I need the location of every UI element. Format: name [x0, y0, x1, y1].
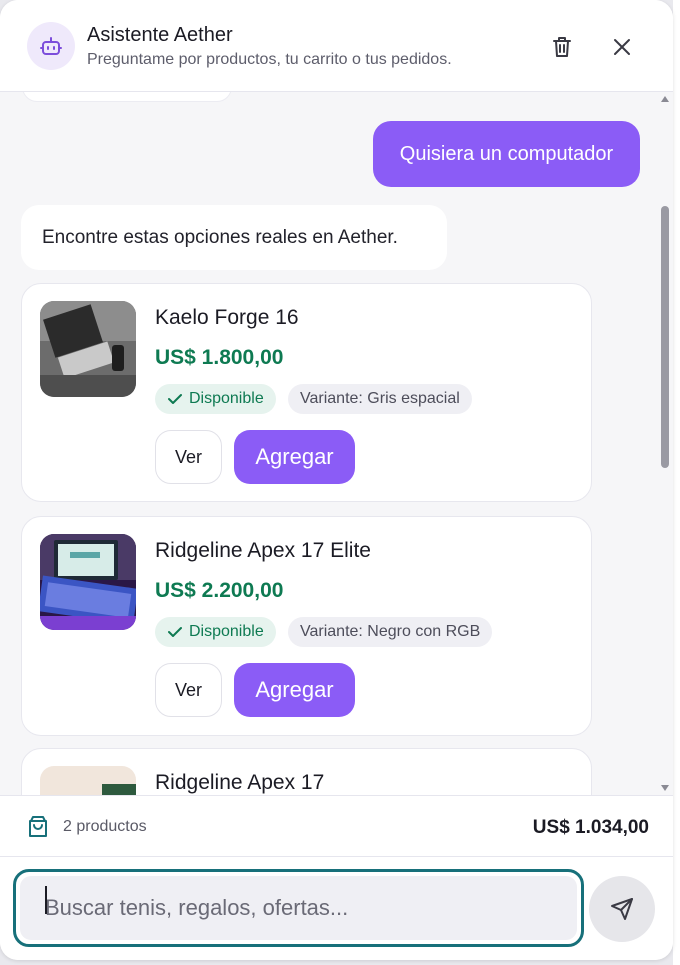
scroll-down-arrow[interactable] [661, 785, 669, 791]
shopping-bag-icon [27, 815, 49, 844]
check-icon [168, 627, 182, 637]
product-price: US$ 2.200,00 [155, 579, 284, 602]
clear-chat-button[interactable] [545, 30, 579, 64]
product-card: Ridgeline Apex 17 [21, 748, 592, 795]
text-cursor [45, 886, 47, 914]
availability-label: Disponible [189, 390, 264, 407]
chat-title: Asistente Aether [87, 24, 233, 46]
close-icon [614, 39, 630, 55]
scroll-up-arrow[interactable] [661, 96, 669, 102]
close-button[interactable] [605, 30, 639, 64]
check-icon [168, 394, 182, 404]
search-field-wrapper [13, 869, 584, 947]
robot-icon [27, 22, 75, 70]
availability-label: Disponible [189, 623, 264, 640]
product-card: Ridgeline Apex 17 Elite US$ 2.200,00 Dis… [21, 516, 592, 736]
trash-icon [553, 37, 571, 57]
send-button[interactable] [589, 876, 655, 942]
add-to-cart-button[interactable]: Agregar [234, 430, 355, 484]
product-image [40, 534, 136, 630]
chat-assistant-panel: Asistente Aether Preguntame por producto… [0, 0, 673, 960]
user-message: Quisiera un computador [373, 121, 640, 187]
product-card: Kaelo Forge 16 US$ 1.800,00 Disponible V… [21, 283, 592, 502]
cart-summary[interactable]: 2 productos US$ 1.034,00 [0, 795, 673, 857]
message-composer [0, 857, 673, 960]
cart-item-count: 2 productos [63, 818, 147, 835]
chat-header: Asistente Aether Preguntame por producto… [0, 0, 673, 92]
variant-badge: Variante: Gris espacial [288, 384, 472, 414]
chat-scrollbar[interactable] [657, 92, 673, 795]
previous-message [22, 92, 232, 102]
product-image [40, 766, 136, 795]
send-icon [611, 898, 633, 920]
product-price: US$ 1.800,00 [155, 346, 284, 369]
background-page [673, 0, 680, 965]
variant-badge: Variante: Negro con RGB [288, 617, 493, 647]
scrollbar-thumb[interactable] [661, 206, 669, 468]
product-image [40, 301, 136, 397]
chat-subtitle: Preguntame por productos, tu carrito o t… [87, 51, 452, 68]
availability-badge: Disponible [155, 617, 276, 647]
availability-badge: Disponible [155, 384, 276, 414]
view-product-button[interactable]: Ver [155, 663, 222, 717]
product-name: Kaelo Forge 16 [155, 306, 299, 329]
product-name: Ridgeline Apex 17 Elite [155, 539, 371, 562]
product-name: Ridgeline Apex 17 [155, 771, 325, 794]
chat-messages: Quisiera un computador Encontre estas op… [0, 92, 657, 795]
view-product-button[interactable]: Ver [155, 430, 222, 484]
search-input[interactable] [20, 876, 577, 940]
assistant-message: Encontre estas opciones reales en Aether… [21, 205, 447, 270]
cart-total: US$ 1.034,00 [532, 817, 649, 838]
add-to-cart-button[interactable]: Agregar [234, 663, 355, 717]
